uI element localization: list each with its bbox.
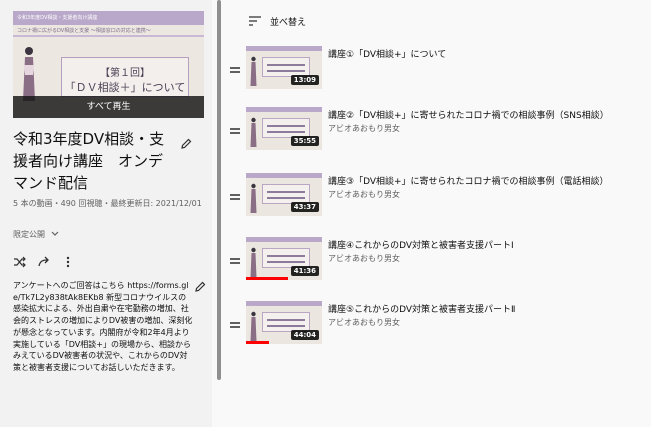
- video-channel[interactable]: アビオあおもり男女: [328, 123, 400, 134]
- video-title[interactable]: 講座④これからのDV対策と被害者支援パートⅠ: [328, 238, 638, 251]
- pencil-icon[interactable]: [194, 281, 206, 293]
- share-icon[interactable]: [37, 255, 51, 269]
- video-channel[interactable]: アビオあおもり男女: [328, 317, 400, 328]
- pencil-icon[interactable]: [180, 138, 192, 150]
- video-row[interactable]: 35:55 講座②「DV相談+」に寄せられたコロナ禍での相談事例（SNS相談） …: [226, 104, 646, 162]
- video-channel[interactable]: アビオあおもり男女: [328, 253, 400, 264]
- sort-icon: [249, 16, 261, 26]
- hero-subtitle: コロナ禍に広がるDV相談と支援 〜相談窓口の対応と連携〜: [17, 28, 151, 34]
- video-channel[interactable]: アビオあおもり男女: [328, 189, 400, 200]
- playlist-meta: 5 本の動画・490 回視聴・最終更新日: 2021/12/01: [13, 199, 202, 208]
- playlist-description: アンケートへのご回答はこちら https://forms.gle/Tk7L2y8…: [13, 281, 193, 372]
- drag-handle-icon[interactable]: [230, 67, 240, 75]
- hero-banner-text: 令和3年度DV相談・支援者向け講座: [17, 15, 98, 21]
- video-thumbnail[interactable]: 41:36: [246, 237, 322, 280]
- thumbnail-figure: [250, 311, 257, 341]
- video-title[interactable]: 講座②「DV相談+」に寄せられたコロナ禍での相談事例（SNS相談）: [328, 108, 638, 121]
- drag-handle-icon[interactable]: [230, 322, 240, 330]
- video-title[interactable]: 講座③「DV相談+」に寄せられたコロナ禍での相談事例（電話相談）: [328, 174, 638, 187]
- drag-handle-icon[interactable]: [230, 194, 240, 202]
- thumbnail-figure: [250, 56, 257, 86]
- video-row[interactable]: 41:36 講座④これからのDV対策と被害者支援パートⅠ アビオあおもり男女: [226, 234, 646, 292]
- scrollbar-thumb[interactable]: [217, 0, 221, 380]
- thumbnail-figure: [250, 183, 257, 213]
- video-duration: 41:36: [290, 266, 319, 276]
- thumbnail-figure: [250, 117, 257, 147]
- hero-card-line1: 【第１回】: [100, 68, 150, 79]
- playlist-sidebar: 令和3年度DV相談・支援者向け講座 コロナ禍に広がるDV相談と支援 〜相談窓口の…: [0, 0, 212, 427]
- hero-banner: 令和3年度DV相談・支援者向け講座: [13, 11, 204, 25]
- video-row[interactable]: 43:37 講座③「DV相談+」に寄せられたコロナ禍での相談事例（電話相談） ア…: [226, 170, 646, 228]
- video-thumbnail[interactable]: 43:37: [246, 173, 322, 216]
- hero-figure-illustration: [23, 47, 35, 101]
- thumbnail-figure: [250, 247, 257, 277]
- video-thumbnail[interactable]: 44:04: [246, 301, 322, 344]
- thumbnail-card: [262, 57, 310, 77]
- watch-progress: [246, 277, 288, 280]
- hero-divider: [13, 35, 204, 37]
- video-duration: 44:04: [290, 330, 319, 340]
- video-title[interactable]: 講座①「DV相談+」について: [328, 47, 638, 60]
- sidebar-scrollbar[interactable]: [213, 0, 225, 427]
- shuffle-icon[interactable]: [13, 255, 27, 269]
- video-duration: 43:37: [290, 202, 319, 212]
- video-title[interactable]: 講座⑤これからのDV対策と被害者支援パートⅡ: [328, 302, 638, 315]
- thumbnail-card: [262, 312, 310, 332]
- playlist-hero-thumbnail[interactable]: 令和3年度DV相談・支援者向け講座 コロナ禍に広がるDV相談と支援 〜相談窓口の…: [13, 11, 204, 118]
- sort-label: 並べ替え: [270, 18, 307, 28]
- video-row[interactable]: 13:09 講座①「DV相談+」について: [226, 43, 646, 101]
- hero-card-line2: 「ＤＶ相談＋」について: [64, 81, 186, 94]
- thumbnail-card: [262, 184, 310, 204]
- video-row[interactable]: 44:04 講座⑤これからのDV対策と被害者支援パートⅡ アビオあおもり男女: [226, 298, 646, 356]
- video-thumbnail[interactable]: 13:09: [246, 46, 322, 89]
- thumbnail-card: [262, 118, 310, 138]
- privacy-label: 限定公開: [13, 230, 45, 239]
- playlist-page: 令和3年度DV相談・支援者向け講座 コロナ禍に広がるDV相談と支援 〜相談窓口の…: [0, 0, 651, 427]
- video-duration: 13:09: [290, 75, 319, 85]
- privacy-select[interactable]: 限定公開: [13, 229, 59, 240]
- video-thumbnail[interactable]: 35:55: [246, 107, 322, 150]
- chevron-down-icon: [51, 231, 58, 236]
- thumbnail-card: [262, 248, 310, 268]
- more-vert-icon[interactable]: [61, 255, 75, 269]
- playlist-title: 令和3年度DV相談・支援者向け講座 オンデマンド配信: [13, 130, 165, 192]
- drag-handle-icon[interactable]: [230, 128, 240, 136]
- video-duration: 35:55: [290, 136, 319, 146]
- hero-title-card: 【第１回】 「ＤＶ相談＋」について: [61, 57, 189, 97]
- watch-progress: [246, 341, 269, 344]
- play-all-button[interactable]: すべて再生: [13, 96, 204, 118]
- drag-handle-icon[interactable]: [230, 258, 240, 266]
